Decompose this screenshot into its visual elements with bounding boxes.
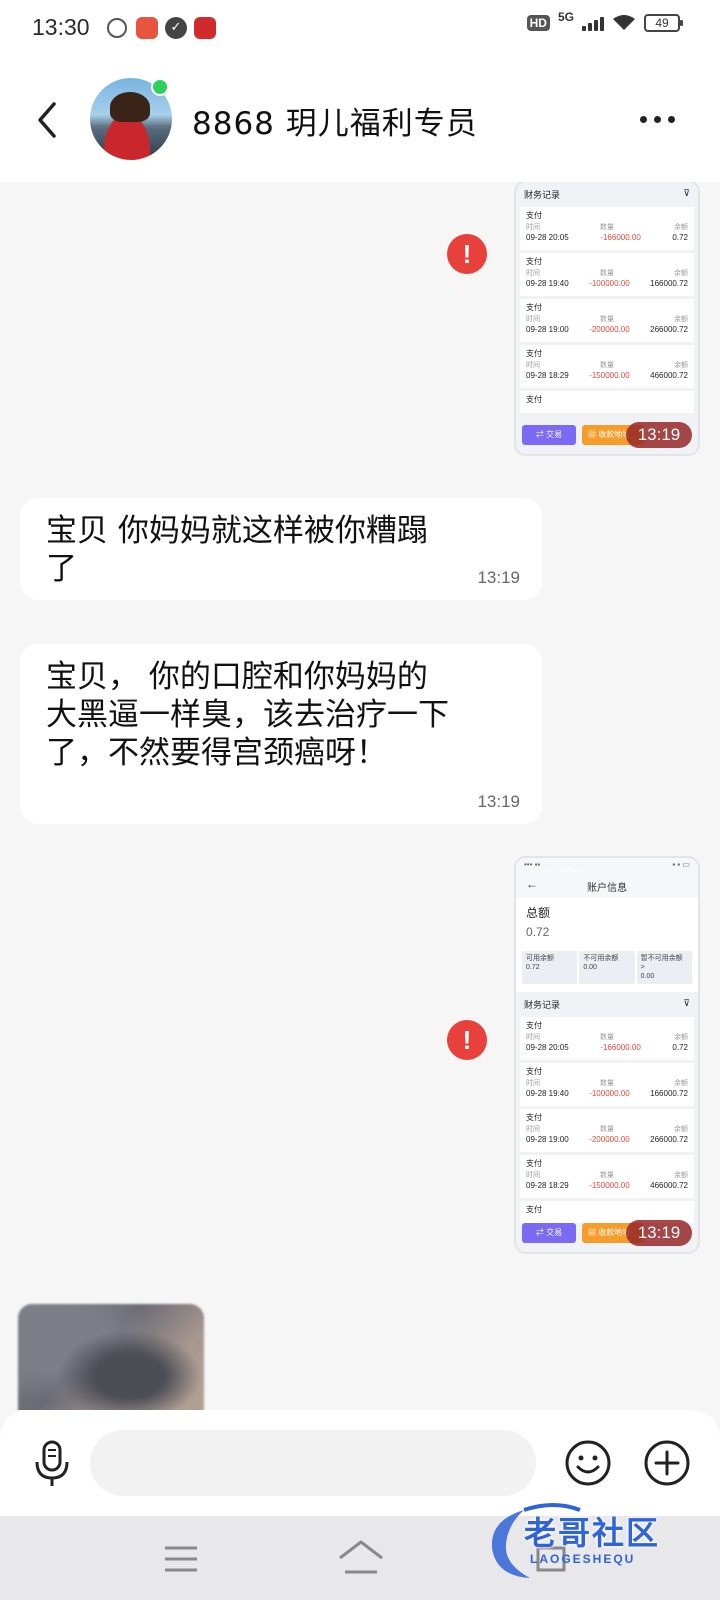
blurred-image-message[interactable] — [18, 1304, 204, 1410]
text-message[interactable]: 宝贝， 你的口腔和你妈妈的大黑逼一样臭，该去治疗一下了，不然要得宫颈癌呀！ 13… — [20, 644, 542, 824]
battery-icon: 49 — [644, 14, 683, 32]
signal-icon — [582, 15, 604, 31]
status-bar: 13:30 ✓ HD 5G 49 — [0, 0, 720, 58]
screenshot-row: 支付 时间 数量 余额 09-28 18:29 -150000.00 466000.72 — [520, 1155, 694, 1198]
contact-name[interactable]: 8868 玥儿福利专员 — [192, 98, 478, 143]
more-dots-icon[interactable] — [640, 116, 675, 123]
back-arrow-icon[interactable] — [32, 98, 68, 142]
screenshot-trade-button: ⇄ 交易 — [522, 1223, 576, 1243]
check-notification-icon: ✓ — [165, 17, 187, 39]
screenshot-section-title: 财务记录 ⊽ — [524, 998, 690, 1010]
app-notification-icon — [107, 18, 127, 38]
message-time: 13:19 — [626, 1220, 692, 1246]
app-notification-icon — [136, 17, 158, 39]
screenshot-trade-button: ⇄ 交易 — [522, 425, 576, 445]
menu-icon[interactable] — [163, 1544, 199, 1574]
emoji-icon[interactable] — [564, 1439, 612, 1487]
screenshot-row: 支付 时间 数量 余额 09-28 19:40 -100000.00 166000.72 — [520, 1063, 694, 1106]
back-nav-icon[interactable] — [534, 1544, 570, 1574]
app-notification-icon — [194, 17, 216, 39]
online-indicator — [151, 78, 169, 96]
message-time: 13:19 — [477, 792, 520, 811]
screenshot-row: 支付 时间 数量 余额 09-28 20:05 -166000.00 0.72 — [520, 1017, 694, 1060]
screenshot-section-title: 财务记录 ⊽ — [524, 188, 690, 200]
screenshot-row: 支付 时间 数量 余额 09-28 19:00 -200000.00 266000.72 — [520, 299, 694, 342]
message-time: 13:19 — [626, 422, 692, 448]
input-bar — [0, 1410, 720, 1516]
wifi-icon — [613, 15, 635, 30]
message-input[interactable] — [90, 1430, 536, 1496]
image-message[interactable]: 财务记录 ⊽ 支付 时间 数量 余额 09-28 20:05 -166000.00 0.7… — [514, 182, 700, 456]
filter-icon: ⊽ — [683, 998, 690, 1008]
avatar-hair — [110, 92, 150, 122]
message-time: 13:19 — [477, 568, 520, 587]
image-message[interactable]: ••• ▪▪▪ ▪ ▭ 00:07 ← 账户信息 总额 0.72 可用余额0.7… — [514, 856, 700, 1254]
message-text: 宝贝 你妈妈就这样被你糟蹋了 — [46, 513, 428, 587]
microphone-icon[interactable] — [30, 1438, 74, 1488]
screenshot-app-bar: ← 账户信息 — [516, 872, 698, 898]
plus-icon[interactable] — [643, 1439, 691, 1487]
screenshot-total: 总额 0.72 — [516, 898, 698, 947]
filter-icon: ⊽ — [683, 188, 690, 198]
screenshot-stats: 可用余额 0.72 不可用余额 0.00 暂不可用余额 >0.00 — [516, 947, 698, 992]
chat-header: 8868 玥儿福利专员 — [0, 58, 720, 182]
system-nav-bar — [0, 1516, 720, 1600]
error-icon[interactable]: ! — [447, 234, 487, 274]
chat-messages[interactable]: ! 财务记录 ⊽ 支付 时间 数量 余额 09-28 20:05 -166000.00 0… — [0, 182, 720, 1410]
screenshot-row: 支付 时间 数量 余额 09-28 19:40 -100000.00 166000.72 — [520, 253, 694, 296]
home-icon[interactable] — [336, 1538, 386, 1576]
text-message[interactable]: 宝贝 你妈妈就这样被你糟蹋了 13:19 — [20, 498, 542, 600]
network-type: 5G — [557, 10, 574, 24]
status-time: 13:30 — [32, 14, 90, 40]
screenshot-row: 支付 时间 数量 余额 09-28 20:05 -166000.00 0.72 — [520, 207, 694, 250]
message-text: 宝贝， 你的口腔和你妈妈的大黑逼一样臭，该去治疗一下了，不然要得宫颈癌呀！ — [46, 659, 449, 771]
screenshot-row: 支付 — [520, 391, 694, 413]
hd-icon: HD — [526, 15, 550, 31]
error-icon[interactable]: ! — [447, 1020, 487, 1060]
screenshot-row: 支付 时间 数量 余额 09-28 18:29 -150000.00 466000.72 — [520, 345, 694, 388]
screenshot-row: 支付 时间 数量 余额 09-28 19:00 -200000.00 266000.72 — [520, 1109, 694, 1152]
